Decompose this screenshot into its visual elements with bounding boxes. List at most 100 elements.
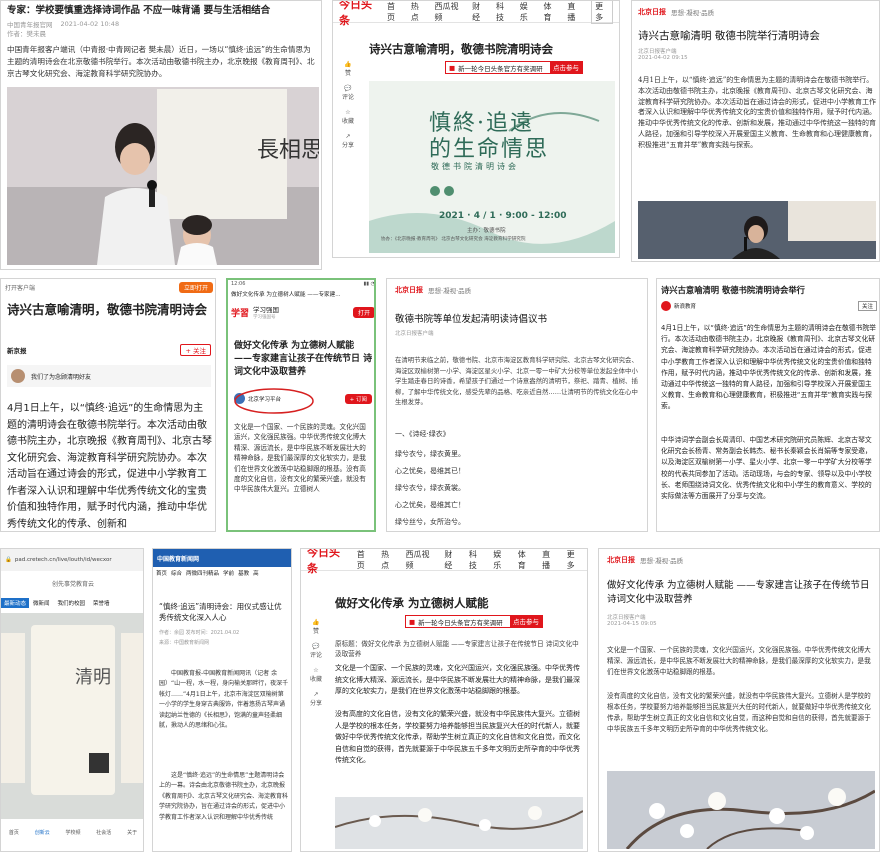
nav-item-sports[interactable]: 体育 <box>518 549 532 571</box>
magnolia-photo <box>335 797 583 849</box>
survey-banner[interactable]: ■ 新一轮今日头条官方有奖调研 点击参与 <box>445 61 583 74</box>
share-icon[interactable]: ↗ 分享 <box>342 133 354 149</box>
poster-carousel: 清明 <box>1 613 143 819</box>
bottom-nav-school[interactable]: 学校频 <box>65 829 80 836</box>
survey-button[interactable]: 点击参与 <box>510 616 542 627</box>
nav-item-live[interactable]: 直播 <box>542 549 556 571</box>
nav-item-more[interactable]: 更多 <box>591 1 613 24</box>
article-body: 文化是一个国家、一个民族的灵魂，文化兴国运兴，文化强民族强。中华优秀传统文化博大… <box>607 646 871 676</box>
bottom-nav-cloud[interactable]: 创新云 <box>35 829 50 836</box>
survey-text: 新一轮今日头条官方有奖调研 <box>418 618 503 627</box>
jyb-logo[interactable]: 中国教育新闻网 <box>157 554 199 563</box>
article-title[interactable]: 做好文化传承 为立德树人赋能 ——专家建言让孩子在传统节日 诗词文化中汲取营养 <box>234 340 374 380</box>
nav-highlights[interactable]: 两微四刊精品 <box>186 569 219 577</box>
avatar <box>11 369 25 383</box>
brand-slogan: 思想·凝视·品质 <box>428 287 472 295</box>
comment-card[interactable]: 我们了为念顾清明好友 <box>7 365 211 387</box>
article-title[interactable]: 敬德书院等单位发起清明读诗倡议书 <box>395 311 547 325</box>
bottom-nav-about[interactable]: 关于 <box>127 829 137 836</box>
poster-image: 慎終·追遠 的生命情思 敬德书院清明诗会 2021 · 4 / 1 · 9:00… <box>369 81 615 253</box>
star-icon[interactable]: ☆ 收藏 <box>342 109 354 125</box>
site-header: 中国教育新闻网 <box>153 549 291 567</box>
article-body: 4月1日上午，以“慎终·追远”的生命情思为主题的清明诗会在敬德书院举行。本次活动… <box>638 76 876 149</box>
survey-button[interactable]: 点击参与 <box>550 62 582 73</box>
article-body: 文化是一个国家、一个民族的灵魂。文化兴国运兴，文化强民族强。中华优秀传统文化博大… <box>234 423 366 494</box>
bottom-nav-home[interactable]: 首页 <box>9 829 19 836</box>
nav-item-finance[interactable]: 财经 <box>472 1 486 23</box>
poster-title-2: 的生命情思 <box>429 137 550 162</box>
open-app-button[interactable]: 打开 <box>352 306 374 318</box>
poster-thumbnails: 清明 <box>1 625 143 795</box>
nav-general[interactable]: 综合 <box>171 569 182 577</box>
nav-higher-edu[interactable]: 高 <box>253 569 259 577</box>
svg-text:清明: 清明 <box>75 667 111 688</box>
article-title[interactable]: 专家：学校要慎重选择诗词作品 不应一味背诵 要与生活相结合 <box>7 4 319 17</box>
article-body-2: 没有高度的文化自信，没有文化的繁荣兴盛，就没有中华民族伟大复兴。立德树人是学校的… <box>607 692 871 733</box>
tab-honors[interactable]: 荣誉墙 <box>89 598 114 608</box>
article-title[interactable]: 诗兴古意喻清明，敬德书院清明诗会 <box>7 301 211 319</box>
nav-item-tech[interactable]: 科技 <box>496 1 510 23</box>
author-name[interactable]: 新京报 <box>7 345 27 355</box>
article-panel-bjd-2: 北京日报 思想·凝视·品质 敬德书院等单位发起清明读诗倡议书 北京日报客户端 在… <box>386 278 648 532</box>
article-title[interactable]: 诗兴古意喻清明 敬德书院举行清明诗会 <box>638 29 876 43</box>
nav-item-more[interactable]: 更多 <box>567 549 581 571</box>
brand-header: 北京日报 思想·凝视·品质 <box>638 7 714 17</box>
share-icon[interactable]: ↗ 分享 <box>310 691 322 707</box>
comment-icon[interactable]: 💬 评论 <box>342 85 354 101</box>
bjd-logo-icon: 北京日报 <box>395 286 423 294</box>
article-title[interactable]: 做好文化传承 为立德树人赋能 <box>335 595 489 611</box>
url-bar[interactable]: pad.cretech.cn/live/louth/id/wecxor <box>15 557 112 563</box>
article-panel-sina: 诗兴古意喻清明 敬德书院清明诗会举行 新浪教育 关注 4月1日上午，以“慎终·追… <box>656 278 880 532</box>
nav-basic-edu[interactable]: 基教 <box>238 569 249 577</box>
magnolia-tree-photo <box>607 771 875 849</box>
toutiao-logo[interactable]: 今日头条 <box>307 549 347 576</box>
author-name[interactable]: 新浪教育 <box>674 302 696 310</box>
status-bar: 12:06 ▮▮ ◔ <box>231 281 374 287</box>
nav-item-home[interactable]: 首页 <box>357 549 371 571</box>
nav-item-home[interactable]: 首页 <box>387 1 401 23</box>
tab-latest[interactable]: 最新动态 <box>1 598 30 608</box>
like-icon[interactable]: 👍 赞 <box>344 61 351 77</box>
open-app-button[interactable]: 立即打开 <box>178 282 213 293</box>
toutiao-logo[interactable]: 今日头条 <box>339 1 377 28</box>
poem-section-title: 一、《诗经·绿衣》 <box>395 430 450 438</box>
nav-item-hot[interactable]: 热点 <box>381 549 395 571</box>
like-icon[interactable]: 👍 赞 <box>312 619 319 635</box>
article-panel-bjd-1: 北京日报 思想·凝视·品质 诗兴古意喻清明 敬德书院举行清明诗会 北京日报客户端… <box>631 0 880 262</box>
star-label: 收藏 <box>341 118 354 125</box>
top-nav: 今日头条 首页 热点 西瓜视频 财经 科技 娱乐 体育 直播 更多 <box>333 1 619 27</box>
article-panel-toutiao-2: 今日头条 首页 热点 西瓜视频 财经 科技 娱乐 体育 直播 更多 👍 赞 💬 评论… <box>300 548 588 852</box>
status-time: 12:06 <box>231 281 246 287</box>
nav-preschool[interactable]: 学前 <box>223 569 234 577</box>
xuexi-logo-icon: 学習 <box>231 308 250 319</box>
nav-home[interactable]: 首页 <box>156 569 167 577</box>
tab-micro-news[interactable]: 微新闻 <box>29 598 54 608</box>
bottom-nav-community[interactable]: 社会活 <box>96 829 111 836</box>
nav-item-live[interactable]: 直播 <box>567 1 581 23</box>
nav-item-video[interactable]: 西瓜视频 <box>406 549 435 571</box>
red-circle-annotation <box>234 388 314 414</box>
article-author: 作者：樊未晨 <box>7 30 46 38</box>
follow-button[interactable]: + 关注 <box>180 344 211 356</box>
like-label: 赞 <box>312 628 319 635</box>
blossom-photo <box>335 797 583 849</box>
subscribe-button[interactable]: + 订阅 <box>344 393 372 404</box>
nav-item-sports[interactable]: 体育 <box>544 1 558 23</box>
follow-button[interactable]: 关注 <box>857 301 877 311</box>
tab-campus[interactable]: 我们的校园 <box>54 598 90 608</box>
comment-icon[interactable]: 💬 评论 <box>310 643 322 659</box>
article-title[interactable]: 诗兴古意喻清明 敬德书院清明诗会举行 <box>661 284 877 296</box>
star-label: 收藏 <box>309 676 322 683</box>
article-title[interactable]: 诗兴古意喻清明，敬德书院清明诗会 <box>369 41 553 57</box>
nav-item-finance[interactable]: 财经 <box>444 549 458 571</box>
nav-item-hot[interactable]: 热点 <box>411 1 425 23</box>
article-title[interactable]: “慎终·追远”清明诗会：用仪式感让优秀传统文化深入人心 <box>159 601 289 623</box>
article-source: 北京日报客户端 <box>638 49 677 55</box>
star-icon[interactable]: ☆ 收藏 <box>310 667 322 683</box>
article-title[interactable]: 做好文化传承 为立德树人赋能 ——专家建言让孩子在传统节日 诗词文化中汲取营养 <box>607 579 873 607</box>
nav-item-ent[interactable]: 娱乐 <box>520 1 534 23</box>
nav-item-ent[interactable]: 娱乐 <box>493 549 507 571</box>
nav-item-tech[interactable]: 科技 <box>469 549 483 571</box>
nav-item-video[interactable]: 西瓜视频 <box>435 1 463 23</box>
survey-banner[interactable]: ■ 新一轮今日头条官方有奖调研 点击参与 <box>405 615 543 628</box>
